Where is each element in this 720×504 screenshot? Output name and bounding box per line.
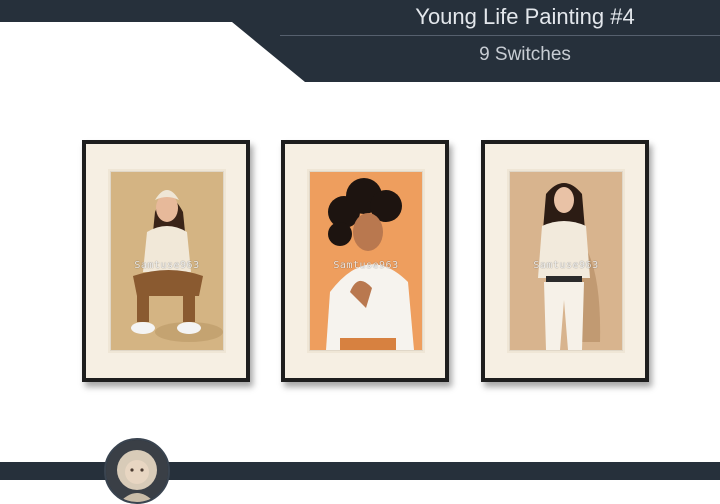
watermark-2: Samtuse963 xyxy=(333,260,399,271)
painting-frame-3[interactable]: Samtuse963 xyxy=(481,140,649,382)
page-subtitle: 9 Switches xyxy=(479,44,571,65)
header-banner: Young Life Painting #4 9 Switches xyxy=(0,0,720,82)
painting-mat-1: Samtuse963 xyxy=(86,144,246,378)
painting-mat-2: Samtuse963 xyxy=(285,144,445,378)
watermark-1: Samtuse963 xyxy=(134,260,200,271)
avatar[interactable] xyxy=(104,438,170,504)
painting-art-3: Samtuse963 xyxy=(507,169,625,353)
page-title: Young Life Painting #4 xyxy=(415,4,635,29)
creator-avatar-icon xyxy=(106,440,168,502)
painting-mat-3: Samtuse963 xyxy=(485,144,645,378)
header-divider xyxy=(280,35,720,36)
painting-frame-2[interactable]: Samtuse963 xyxy=(281,140,449,382)
watermark-3: Samtuse963 xyxy=(533,260,599,271)
painting-art-1: Samtuse963 xyxy=(108,169,226,353)
painting-frame-1[interactable]: Samtuse963 xyxy=(82,140,250,382)
painting-art-2: Samtuse963 xyxy=(307,169,425,353)
